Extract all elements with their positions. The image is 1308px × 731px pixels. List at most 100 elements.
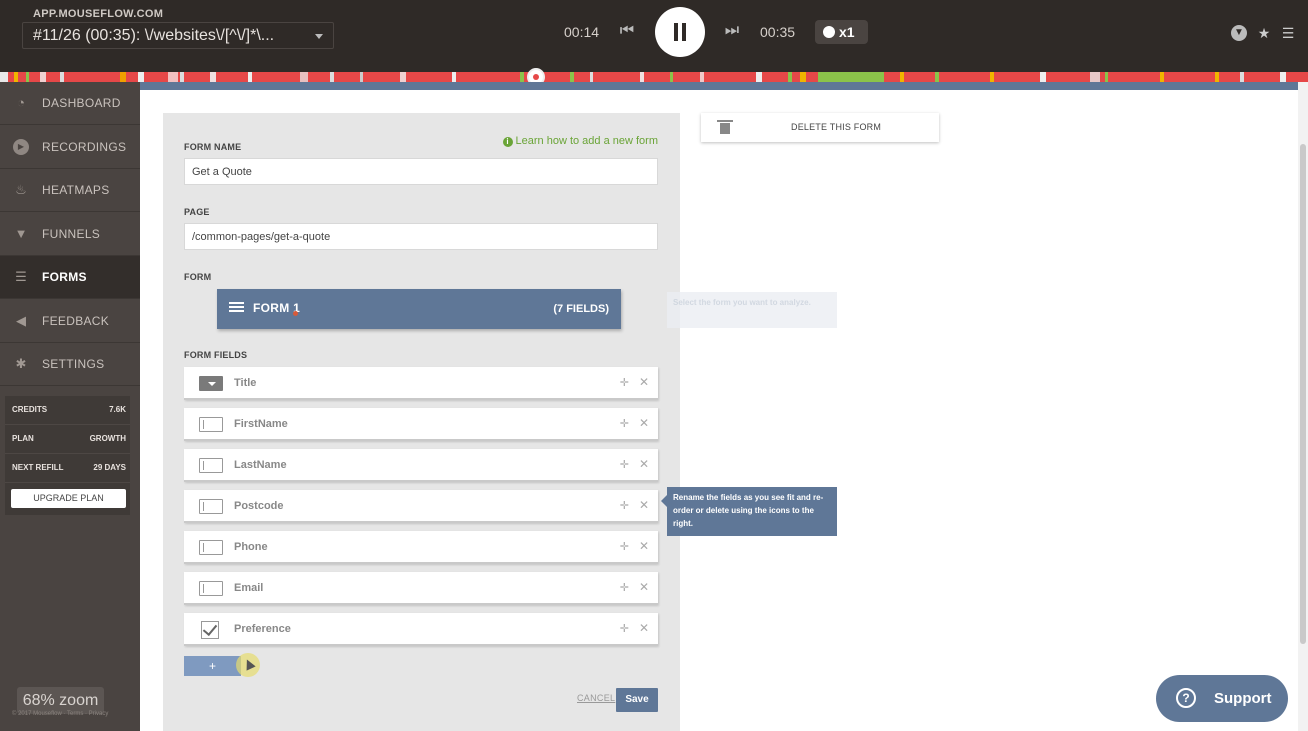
sidebar-item-feedback[interactable]: ◀ FEEDBACK — [0, 300, 140, 343]
move-icon[interactable]: ✛ — [620, 540, 629, 553]
field-name[interactable]: Email — [234, 582, 263, 594]
move-icon[interactable]: ✛ — [620, 417, 629, 430]
skip-back-icon[interactable]: ⏮ — [617, 22, 637, 40]
delete-form-button[interactable]: DELETE THIS FORM — [701, 113, 939, 142]
move-icon[interactable]: ✛ — [620, 458, 629, 471]
field-name[interactable]: LastName — [234, 459, 287, 471]
close-icon[interactable]: ✕ — [639, 457, 649, 471]
speed-button[interactable]: x1 — [815, 20, 868, 44]
upgrade-plan-button[interactable]: UPGRADE PLAN — [11, 489, 126, 508]
sidebar-item-dashboard[interactable]: ◔ DASHBOARD — [0, 82, 140, 125]
pause-button[interactable] — [655, 7, 705, 57]
credit-value: 7.6K — [109, 405, 126, 414]
field-name[interactable]: FirstName — [234, 418, 288, 430]
close-icon[interactable]: ✕ — [639, 416, 649, 430]
timeline-event-marker — [640, 72, 644, 82]
star-icon[interactable]: ★ — [1256, 25, 1272, 41]
close-icon[interactable]: ✕ — [639, 539, 649, 553]
close-icon[interactable]: ✕ — [639, 621, 649, 635]
credit-key: NEXT REFILL — [12, 463, 64, 472]
sidebar-item-funnels[interactable]: ▼ FUNNELS — [0, 213, 140, 256]
timeline-event-marker — [900, 72, 904, 82]
flame-icon: ♨ — [15, 182, 27, 197]
support-button[interactable]: ? Support — [1156, 675, 1288, 722]
sidebar-item-label: FEEDBACK — [42, 313, 110, 328]
timeline-event-marker — [360, 72, 363, 82]
form-select[interactable]: FORM 1 (7 FIELDS) — [217, 289, 621, 329]
move-icon[interactable]: ✛ — [620, 622, 629, 635]
chevron-down-circle-icon[interactable]: ▼ — [1231, 25, 1247, 41]
close-icon[interactable]: ✕ — [639, 580, 649, 594]
checkbox-field-icon — [201, 621, 221, 639]
timeline-event-marker — [138, 72, 144, 82]
form-field-row[interactable]: Postcode ✛ ✕ — [184, 490, 658, 523]
timeline-event-marker — [120, 72, 126, 82]
form-field-row[interactable]: Email ✛ ✕ — [184, 572, 658, 605]
main-content: iLearn how to add a new form FORM NAME P… — [140, 82, 1308, 731]
credits-panel: CREDITS 7.6K PLAN GROWTH NEXT REFILL 29 DAYS … — [5, 396, 130, 515]
learn-link[interactable]: i Learn how to add a new form — [502, 135, 658, 147]
timeline-event-marker — [180, 72, 184, 82]
list-icon: ☰ — [15, 269, 27, 284]
page-label: PAGE — [184, 207, 210, 217]
close-icon[interactable]: ✕ — [639, 498, 649, 512]
form-name-input[interactable] — [184, 158, 658, 185]
cancel-link[interactable]: CANCEL — [577, 693, 615, 703]
timeline-event-marker — [935, 72, 939, 82]
skip-forward-icon[interactable]: ⏭ — [722, 22, 742, 40]
timeline-event-marker — [1105, 72, 1108, 82]
sidebar-item-label: FORMS — [42, 270, 87, 284]
form-field-row[interactable]: Phone ✛ ✕ — [184, 531, 658, 564]
text-field-icon — [199, 499, 223, 514]
timeline-event-marker — [210, 72, 216, 82]
timeline-event-marker — [788, 72, 792, 82]
field-name[interactable]: Postcode — [234, 500, 284, 512]
sidebar-item-settings[interactable]: ✱ SETTINGS — [0, 343, 140, 386]
timeline-event-marker — [818, 72, 884, 82]
field-name[interactable]: Phone — [234, 541, 268, 553]
scrollbar-thumb[interactable] — [1300, 144, 1306, 644]
sidebar-item-label: RECORDINGS — [42, 139, 127, 154]
move-icon[interactable]: ✛ — [620, 499, 629, 512]
sidebar-item-recordings[interactable]: ▶ RECORDINGS — [0, 126, 140, 169]
field-name[interactable]: Preference — [234, 623, 291, 635]
form-field-row[interactable]: Title ✛ ✕ — [184, 367, 658, 400]
credit-row: NEXT REFILL 29 DAYS — [5, 454, 130, 483]
sidebar-item-forms[interactable]: ☰ FORMS — [0, 256, 140, 299]
page-scrollbar[interactable] — [1298, 82, 1308, 731]
recording-select[interactable]: #11/26 (00:35): \/websites\/[^\/]*\... — [22, 22, 334, 49]
question-icon: ? — [1176, 688, 1196, 708]
sidebar-item-heatmaps[interactable]: ♨ HEATMAPS — [0, 169, 140, 212]
form-label: FORM — [184, 272, 212, 282]
move-icon[interactable]: ✛ — [620, 376, 629, 389]
current-time: 00:14 — [564, 24, 600, 40]
credit-key: PLAN — [12, 434, 34, 443]
add-field-button[interactable]: + — [184, 656, 241, 676]
form-field-row[interactable]: LastName ✛ ✕ — [184, 449, 658, 482]
timeline-event-marker — [452, 72, 456, 82]
sidebar: ◔ DASHBOARD ▶ RECORDINGS ♨ HEATMAPS ▼ FUNNELS ☰ F… — [0, 82, 140, 731]
timeline-scrubber[interactable] — [0, 68, 1308, 86]
timeline-event-marker — [168, 72, 178, 82]
sidebar-item-label: FUNNELS — [42, 226, 101, 241]
close-icon[interactable]: ✕ — [639, 375, 649, 389]
form-name-label: FORM NAME — [184, 142, 242, 152]
rename-fields-tooltip: Rename the fields as you see fit and re-… — [661, 487, 837, 536]
megaphone-icon: ◀ — [16, 312, 26, 328]
text-field-icon — [199, 581, 223, 596]
form-field-row[interactable]: FirstName ✛ ✕ — [184, 408, 658, 441]
move-icon[interactable]: ✛ — [620, 581, 629, 594]
timeline-event-marker — [670, 72, 673, 82]
play-circle-icon: ▶ — [13, 138, 29, 155]
field-name[interactable]: Title — [234, 377, 256, 389]
save-button[interactable]: Save — [616, 688, 658, 712]
timeline-event-marker — [26, 72, 29, 82]
timeline-event-marker — [1040, 72, 1046, 82]
timeline-event-marker — [0, 72, 8, 82]
timeline-event-marker — [40, 72, 46, 82]
form-field-row[interactable]: Preference ✛ ✕ — [184, 613, 658, 646]
page-input[interactable] — [184, 223, 658, 250]
hamburger-menu-icon[interactable]: ☰ — [1280, 25, 1296, 41]
sidebar-item-label: SETTINGS — [42, 357, 105, 371]
timeline-event-marker — [700, 72, 704, 82]
